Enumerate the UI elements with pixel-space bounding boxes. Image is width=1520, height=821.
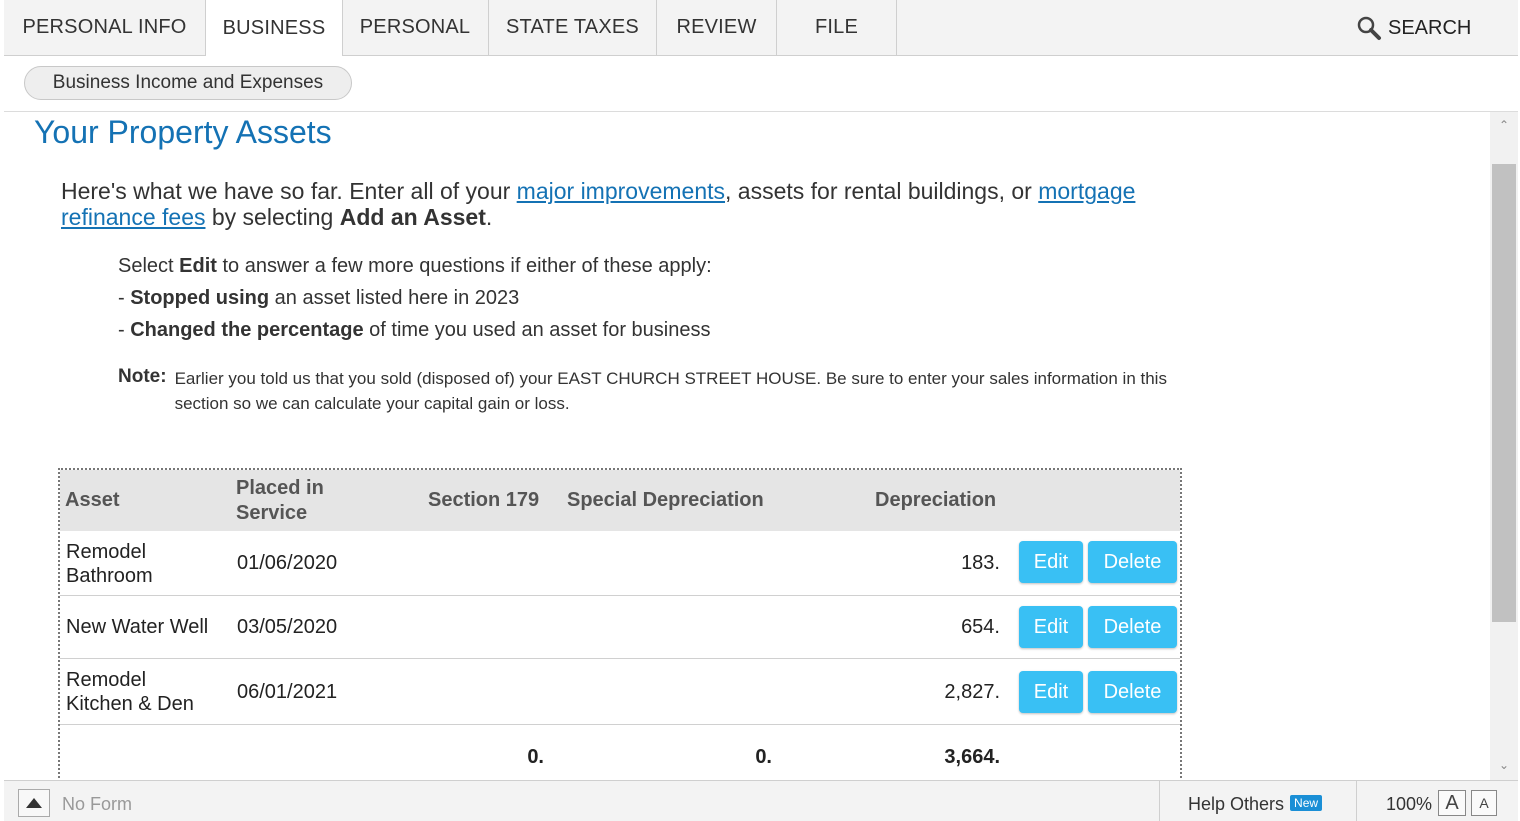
placed-date: 03/05/2020 — [237, 616, 338, 638]
tab-file[interactable]: FILE — [777, 0, 897, 55]
tab-personal-info[interactable]: PERSONAL INFO — [4, 0, 206, 55]
tab-state-taxes[interactable]: STATE TAXES — [489, 0, 657, 55]
scroll-thumb[interactable] — [1492, 164, 1516, 622]
breadcrumb-business-income[interactable]: Business Income and Expenses — [24, 66, 352, 100]
asset-name: Remodel Kitchen & Den — [66, 669, 194, 715]
edit-button[interactable]: Edit — [1019, 541, 1083, 583]
delete-button[interactable]: Delete — [1088, 606, 1177, 648]
intro-part: . — [485, 204, 493, 230]
edit-button[interactable]: Edit — [1019, 606, 1083, 648]
edit-instructions: Select Edit to answer a few more questio… — [118, 252, 712, 348]
edit-button[interactable]: Edit — [1019, 671, 1083, 713]
header-section-179: Section 179 — [428, 489, 540, 511]
instruction-bullet: - Changed the percentage of time you use… — [118, 319, 711, 341]
new-badge: New — [1290, 794, 1323, 811]
main-content: Your Property Assets Here's what we have… — [4, 112, 1490, 780]
note-label: Note: — [118, 366, 167, 387]
instruction-bullet: - Stopped using an asset listed here in … — [118, 287, 520, 309]
table-row: Remodel Kitchen & Den 06/01/2021 2,827. E… — [60, 659, 1180, 725]
delete-button[interactable]: Delete — [1088, 541, 1177, 583]
intro-text: Here's what we have so far. Enter all of… — [61, 178, 1141, 230]
no-form-label: No Form — [62, 794, 133, 814]
total-special-depreciation: 0. — [755, 746, 772, 768]
note-text: Earlier you told us that you sold (dispo… — [174, 369, 1167, 413]
font-smaller-button[interactable]: A — [1471, 790, 1497, 816]
add-asset-emphasis: Add an Asset — [339, 204, 486, 230]
vertical-scrollbar[interactable]: ⌃ ⌄ — [1490, 112, 1518, 780]
delete-button[interactable]: Delete — [1088, 671, 1177, 713]
major-improvements-link[interactable]: major improvements — [517, 178, 725, 204]
sale-note: Note: Earlier you told us that you sold … — [118, 366, 1188, 416]
font-larger-button[interactable]: A — [1438, 790, 1466, 816]
header-depreciation: Depreciation — [875, 489, 997, 511]
header-asset: Asset — [65, 489, 120, 511]
depreciation-value: 654. — [961, 616, 1000, 638]
tab-business[interactable]: BUSINESS — [205, 0, 343, 56]
divider — [1356, 781, 1357, 821]
placed-date: 06/01/2021 — [237, 681, 338, 703]
footer-bar: No Form Help Others New 100% A A — [4, 780, 1518, 821]
intro-part: by selecting — [205, 204, 340, 230]
asset-name: New Water Well — [66, 616, 209, 638]
table-row: New Water Well 03/05/2020 654. Edit Dele… — [60, 596, 1180, 659]
help-others-label: Help Others — [1188, 794, 1285, 814]
header-placed-in-service: Placed in Service — [236, 477, 324, 524]
scroll-up-icon[interactable]: ⌃ — [1496, 118, 1512, 132]
table-header: Asset Placed in Service Section 179 Spec… — [60, 470, 1180, 531]
scroll-down-icon[interactable]: ⌄ — [1496, 758, 1512, 772]
expand-forms-button[interactable] — [18, 789, 50, 817]
help-others-link[interactable]: Help Others New — [1188, 794, 1323, 815]
total-section-179: 0. — [527, 746, 544, 768]
depreciation-value: 183. — [961, 552, 1000, 574]
search-label: SEARCH — [1388, 16, 1472, 39]
tab-review[interactable]: REVIEW — [657, 0, 777, 55]
header-special-depreciation: Special Depreciation — [567, 489, 764, 511]
intro-part: , assets for rental buildings, or — [725, 178, 1039, 204]
zoom-level: 100% — [1386, 794, 1433, 814]
placed-date: 01/06/2020 — [237, 552, 338, 574]
instruction-line: Select Edit to answer a few more questio… — [118, 255, 712, 277]
search-button[interactable]: SEARCH — [1356, 14, 1471, 42]
total-depreciation: 3,664. — [944, 746, 1000, 768]
page-title: Your Property Assets — [34, 114, 332, 150]
tab-personal[interactable]: PERSONAL — [342, 0, 489, 55]
intro-part: Here's what we have so far. Enter all of… — [61, 178, 517, 204]
asset-name: Remodel Bathroom — [66, 541, 153, 587]
search-icon — [1357, 16, 1381, 40]
assets-table: Asset Placed in Service Section 179 Spec… — [58, 468, 1182, 780]
depreciation-value: 2,827. — [944, 681, 1000, 703]
sub-nav: Business Income and Expenses — [4, 56, 1518, 112]
top-nav: PERSONAL INFO BUSINESS PERSONAL STATE TA… — [4, 0, 1518, 56]
divider — [1159, 781, 1160, 821]
triangle-up-icon — [26, 798, 42, 808]
table-row: Remodel Bathroom 01/06/2020 183. Edit Del… — [60, 531, 1180, 596]
